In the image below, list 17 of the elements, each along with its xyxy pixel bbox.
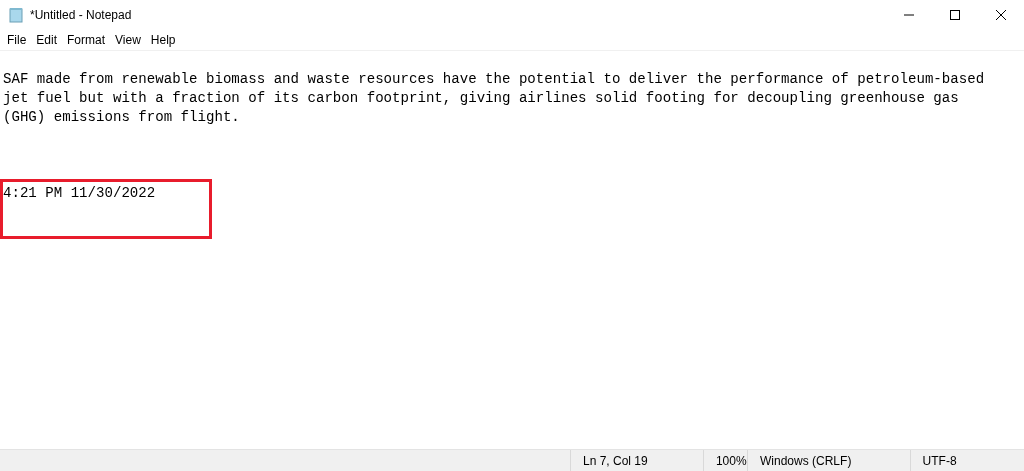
window-title: *Untitled - Notepad (30, 8, 132, 22)
status-field: Ln 7, Col 19 (570, 450, 703, 471)
status-field: UTF-8 (909, 450, 1024, 471)
menu-item[interactable]: Edit (31, 33, 63, 47)
maximize-icon (950, 10, 960, 20)
menu-item[interactable]: Help (145, 33, 181, 47)
timestamp-text: 4:21 PM 11/30/2022 (3, 184, 157, 203)
text-line: (GHG) emissions from flight. (3, 108, 241, 127)
notepad-icon (8, 7, 24, 23)
status-field: 100% (702, 450, 748, 471)
menu-item[interactable]: File (2, 33, 32, 47)
close-icon (996, 10, 1006, 20)
text-line: SAF made from renewable biomass and waste resources have the potential to deliver the performance of petroleum-based (3, 70, 986, 89)
status-field: Windows (CRLF) (747, 450, 910, 471)
menu-item[interactable]: View (110, 33, 146, 47)
menu-item[interactable]: Format (62, 33, 111, 47)
text-line: jet fuel but with a fraction of its carbon footprint, giving airlines solid footing for decoupling greenhouse gas (3, 89, 960, 108)
